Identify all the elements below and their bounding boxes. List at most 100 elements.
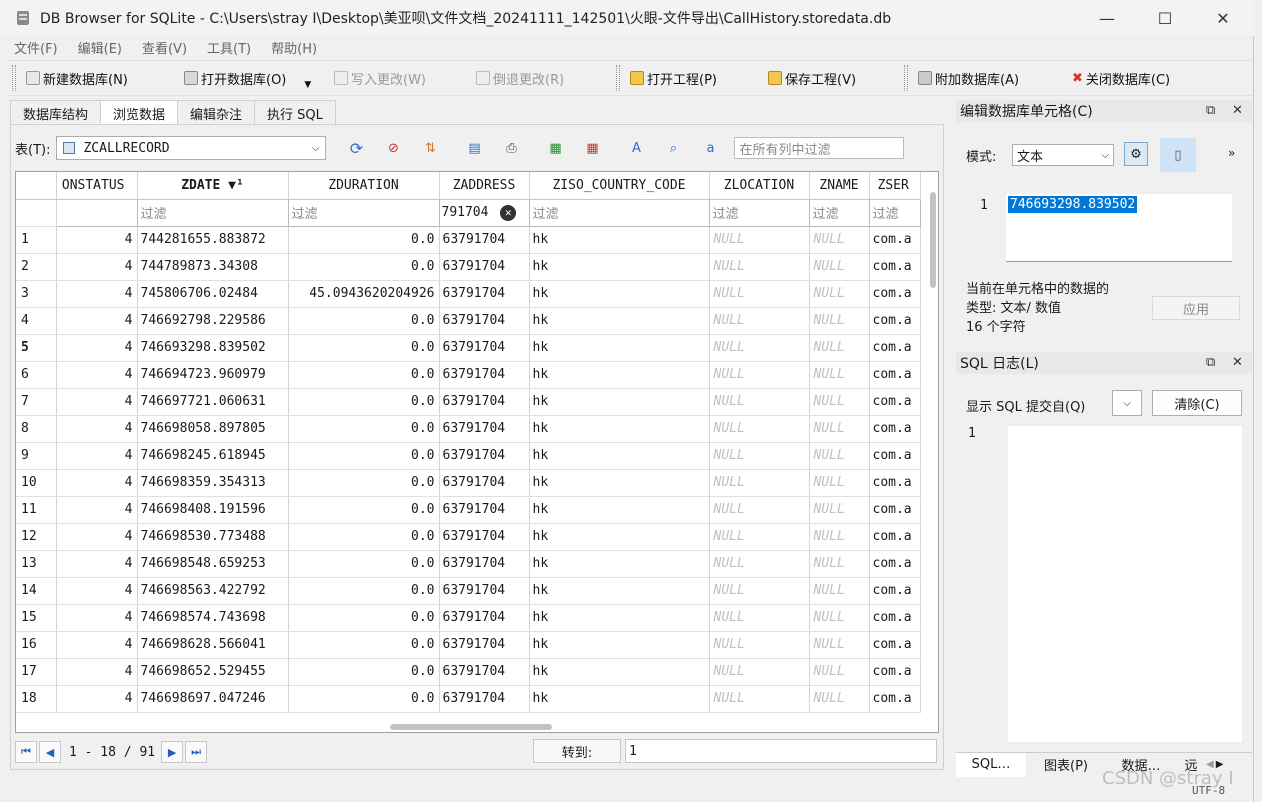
maximize-button[interactable]: ☐ (1136, 0, 1194, 36)
cell-zaddress[interactable]: 63791704 (439, 658, 530, 686)
cell-ziso-country-code[interactable]: hk (529, 577, 710, 605)
float-dock-icon[interactable]: ⧉ (1206, 355, 1215, 370)
clear-sorting-icon[interactable]: ⇅ (420, 138, 440, 158)
cell-zname[interactable]: NULL (809, 577, 870, 605)
cell-ziso-country-code[interactable]: hk (529, 604, 710, 632)
filter-onstatus[interactable] (55, 198, 138, 227)
cell-zname[interactable]: NULL (809, 496, 870, 524)
prev-page-button[interactable]: ◀ (39, 741, 61, 763)
auto-format-icon[interactable]: ⚙ (1124, 142, 1148, 166)
cell-zduration[interactable]: 0.0 (288, 361, 440, 389)
cell-ziso-country-code[interactable]: hk (529, 442, 710, 470)
row-number[interactable]: 9 (16, 442, 57, 470)
more-options-icon[interactable]: » (1228, 146, 1235, 160)
cell-zduration[interactable]: 0.0 (288, 226, 440, 254)
row-number[interactable]: 12 (16, 523, 57, 551)
cell-zlocation[interactable]: NULL (709, 550, 810, 578)
close-window-button[interactable]: ✕ (1194, 0, 1252, 36)
cell-zname[interactable]: NULL (809, 523, 870, 551)
revert-changes-button[interactable]: 倒退更改(R) (472, 64, 612, 92)
cell-zdate[interactable]: 746698697.047246 (137, 685, 289, 713)
table-row[interactable]: 9 4 746698245.618945 0.0 63791704 hk NULL NULL c… (16, 442, 921, 470)
cell-onstatus[interactable]: 4 (56, 307, 138, 335)
cell-ziso-country-code[interactable]: hk (529, 685, 710, 713)
cell-zser[interactable]: com.a (869, 685, 921, 713)
col-header-zdate[interactable]: ZDATE ▼¹ (137, 172, 289, 200)
menu-view[interactable]: 查看(V) (142, 38, 187, 57)
cell-zname[interactable]: NULL (809, 361, 870, 389)
cell-ziso-country-code[interactable]: hk (529, 658, 710, 686)
cell-zduration[interactable]: 0.0 (288, 442, 440, 470)
cell-onstatus[interactable]: 4 (56, 550, 138, 578)
row-number[interactable]: 8 (16, 415, 57, 443)
table-row[interactable]: 16 4 746698628.566041 0.0 63791704 hk NULL NULL… (16, 631, 921, 659)
cell-zdate[interactable]: 746698245.618945 (137, 442, 289, 470)
cell-zser[interactable]: com.a (869, 523, 921, 551)
cell-onstatus[interactable]: 4 (56, 685, 138, 713)
toolbar-grip[interactable] (616, 65, 620, 91)
cell-zduration[interactable]: 0.0 (288, 631, 440, 659)
cell-zlocation[interactable]: NULL (709, 496, 810, 524)
row-number[interactable]: 4 (16, 307, 57, 335)
cell-zduration[interactable]: 0.0 (288, 658, 440, 686)
find-text-icon[interactable]: A (626, 138, 646, 158)
cell-ziso-country-code[interactable]: hk (529, 334, 710, 362)
cell-zdate[interactable]: 746692798.229586 (137, 307, 289, 335)
cell-zname[interactable]: NULL (809, 226, 870, 254)
cell-onstatus[interactable]: 4 (56, 604, 138, 632)
open-database-button[interactable]: 打开数据库(O) ▼ (180, 64, 330, 92)
cell-ziso-country-code[interactable]: hk (529, 523, 710, 551)
cell-zname[interactable]: NULL (809, 604, 870, 632)
cell-zname[interactable]: NULL (809, 631, 870, 659)
cell-zduration[interactable]: 0.0 (288, 604, 440, 632)
cell-zname[interactable]: NULL (809, 388, 870, 416)
cell-zdate[interactable]: 746698628.566041 (137, 631, 289, 659)
cell-zdate[interactable]: 746698548.659253 (137, 550, 289, 578)
cell-zdate[interactable]: 746693298.839502 (137, 334, 289, 362)
cell-zser[interactable]: com.a (869, 226, 921, 254)
cell-zlocation[interactable]: NULL (709, 658, 810, 686)
save-project-button[interactable]: 保存工程(V) (764, 64, 900, 92)
save-table-icon[interactable]: ▤ (464, 138, 484, 158)
goto-input[interactable]: 1 (625, 739, 937, 763)
cell-zdate[interactable]: 746698530.773488 (137, 523, 289, 551)
cell-zduration[interactable]: 0.0 (288, 496, 440, 524)
cell-zser[interactable]: com.a (869, 442, 921, 470)
next-page-button[interactable]: ▶ (161, 741, 184, 763)
cell-zlocation[interactable]: NULL (709, 226, 810, 254)
cell-zdate[interactable]: 746698652.529455 (137, 658, 289, 686)
filter-zduration[interactable]: 过滤 (287, 198, 440, 227)
cell-zname[interactable]: NULL (809, 550, 870, 578)
filter-zaddress[interactable]: 791704 ✕ (438, 198, 530, 227)
delete-record-icon[interactable]: ▦ (582, 138, 602, 158)
format-icon[interactable]: a (700, 138, 720, 158)
row-number[interactable]: 11 (16, 496, 57, 524)
cell-zduration[interactable]: 0.0 (288, 523, 440, 551)
cell-zser[interactable]: com.a (869, 469, 921, 497)
cell-zdate[interactable]: 744789873.34308 (137, 253, 289, 281)
cell-zaddress[interactable]: 63791704 (439, 334, 530, 362)
cell-ziso-country-code[interactable]: hk (529, 496, 710, 524)
cell-zaddress[interactable]: 63791704 (439, 307, 530, 335)
cell-zdate[interactable]: 746698359.354313 (137, 469, 289, 497)
filter-zlocation[interactable]: 过滤 (708, 198, 810, 227)
menu-help[interactable]: 帮助(H) (271, 38, 317, 57)
cell-zser[interactable]: com.a (869, 496, 921, 524)
clear-filters-icon[interactable]: ⊘ (383, 138, 403, 158)
cell-zduration[interactable]: 0.0 (288, 469, 440, 497)
cell-onstatus[interactable]: 4 (56, 388, 138, 416)
table-row[interactable]: 5 4 746693298.839502 0.0 63791704 hk NULL NULL c… (16, 334, 921, 362)
cell-zser[interactable]: com.a (869, 415, 921, 443)
filter-ziso-country-code[interactable]: 过滤 (528, 198, 710, 227)
cell-zname[interactable]: NULL (809, 415, 870, 443)
cell-zname[interactable]: NULL (809, 253, 870, 281)
table-row[interactable]: 8 4 746698058.897805 0.0 63791704 hk NULL NULL c… (16, 415, 921, 443)
table-row[interactable]: 14 4 746698563.422792 0.0 63791704 hk NULL NULL… (16, 577, 921, 605)
cell-ziso-country-code[interactable]: hk (529, 415, 710, 443)
cell-zduration[interactable]: 0.0 (288, 307, 440, 335)
cell-zdate[interactable]: 746698563.422792 (137, 577, 289, 605)
cell-ziso-country-code[interactable]: hk (529, 631, 710, 659)
cell-zaddress[interactable]: 63791704 (439, 523, 530, 551)
cell-zlocation[interactable]: NULL (709, 388, 810, 416)
cell-onstatus[interactable]: 4 (56, 469, 138, 497)
